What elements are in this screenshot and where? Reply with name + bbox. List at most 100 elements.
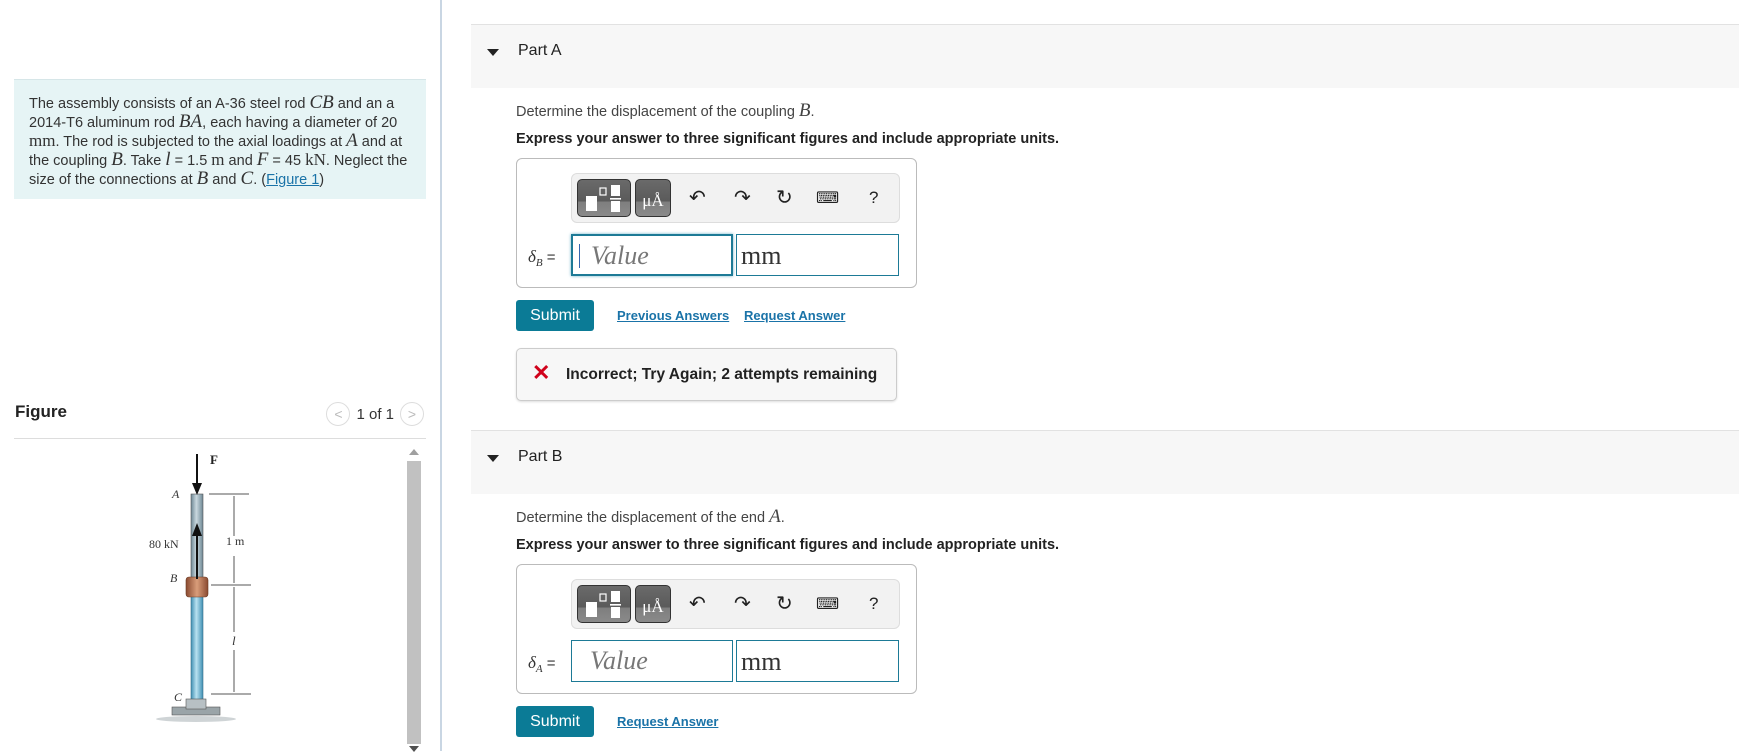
math-unit: mm — [29, 131, 56, 150]
base-support — [156, 698, 236, 722]
part-a-submit-button[interactable]: Submit — [516, 300, 594, 331]
delta-b-label: δB = — [528, 247, 556, 269]
delta-a-value-input[interactable]: Value — [571, 640, 733, 682]
problem-text: ) — [319, 172, 325, 188]
chevron-left-icon[interactable]: < — [326, 402, 351, 426]
math-variable: B — [111, 149, 123, 170]
delta-a-label: δA = — [528, 653, 556, 675]
coupling-b — [185, 576, 209, 598]
part-a-instruction: Express your answer to three significant… — [516, 131, 1060, 147]
error-x-icon: ✕ — [532, 360, 551, 385]
delta-b-unit-input[interactable]: mm — [736, 234, 899, 276]
keyboard-icon[interactable]: ⌨ — [816, 188, 839, 208]
value-placeholder: Value — [591, 241, 649, 270]
math-toolbar: μÅ ↶ ↷ ↻ ⌨ ? — [571, 173, 900, 223]
force-f-arrow — [192, 454, 202, 495]
question-text: Determine the displacement of the end — [516, 510, 770, 526]
redo-icon[interactable]: ↷ — [734, 185, 751, 210]
problem-text: , each having a diameter of 20 — [202, 115, 398, 131]
part-b-request-answer-link[interactable]: Request Answer — [617, 714, 718, 729]
math-variable: C — [240, 168, 254, 189]
part-a-header[interactable]: Part A — [471, 24, 1739, 88]
problem-statement: The assembly consists of an A-36 steel r… — [14, 79, 426, 199]
problem-text: . Take — [122, 153, 166, 169]
label-b: B — [170, 571, 178, 585]
part-a-request-answer-link[interactable]: Request Answer — [744, 308, 845, 323]
feedback-incorrect: ✕ Incorrect; Try Again; 2 attempts remai… — [516, 348, 897, 401]
question-end: . — [780, 510, 785, 526]
problem-text: The assembly consists of an A-36 steel r… — [29, 96, 310, 112]
figure-pager: < 1 of 1 > — [326, 402, 424, 426]
part-b-label: Part B — [518, 448, 563, 465]
templates-icon[interactable] — [577, 179, 631, 217]
units-icon[interactable]: μÅ — [635, 179, 671, 217]
part-b-answer-box: μÅ ↶ ↷ ↻ ⌨ ? δA = Value mm — [516, 564, 917, 694]
help-icon[interactable]: ? — [869, 188, 878, 208]
rod-cb — [190, 588, 204, 710]
value-placeholder: Value — [590, 646, 648, 675]
part-b-header[interactable]: Part B — [471, 430, 1739, 494]
delta-b-value-input[interactable]: Value — [571, 234, 733, 276]
reset-icon[interactable]: ↻ — [776, 591, 793, 616]
undo-icon[interactable]: ↶ — [689, 591, 706, 616]
figure-title: Figure — [15, 402, 67, 421]
pager-label: 1 of 1 — [356, 405, 394, 423]
problem-text: = 45 — [268, 153, 306, 169]
question-text: Determine the displacement of the coupli… — [516, 104, 799, 120]
redo-icon[interactable]: ↷ — [734, 591, 751, 616]
figure-scrollbar[interactable] — [406, 445, 422, 752]
feedback-text: Incorrect; Try Again; 2 attempts remaini… — [566, 366, 878, 383]
math-variable: BA — [178, 111, 203, 132]
part-b-instruction: Express your answer to three significant… — [516, 537, 1060, 553]
part-a-label: Part A — [518, 42, 562, 59]
panel-divider[interactable] — [440, 0, 442, 751]
math-unit: kN — [305, 150, 326, 169]
keyboard-icon[interactable]: ⌨ — [816, 594, 839, 614]
left-panel: The assembly consists of an A-36 steel r… — [0, 0, 440, 752]
unit-value: mm — [741, 647, 782, 676]
math-variable: B — [196, 168, 209, 189]
part-b-question: Determine the displacement of the end A. — [516, 506, 785, 528]
math-toolbar: μÅ ↶ ↷ ↻ ⌨ ? — [571, 579, 900, 629]
figure-header: Figure < 1 of 1 > — [14, 400, 426, 436]
units-icon[interactable]: μÅ — [635, 585, 671, 623]
problem-text: = 1.5 — [170, 153, 212, 169]
undo-icon[interactable]: ↶ — [689, 185, 706, 210]
problem-text: and — [208, 172, 241, 188]
part-a-answer-box: μÅ ↶ ↷ ↻ ⌨ ? δB = Value mm — [516, 158, 917, 288]
label-c: C — [174, 690, 183, 704]
problem-text: . The rod is subjected to the axial load… — [55, 134, 347, 150]
problem-text: . ( — [253, 172, 267, 188]
scroll-down-icon[interactable] — [409, 746, 419, 752]
unit-value: mm — [741, 241, 782, 270]
problem-text: and — [224, 153, 257, 169]
figure-diagram: F A 80 kN 1 m B l C — [149, 452, 251, 722]
label-1m: 1 m — [226, 534, 245, 548]
math-variable: F — [256, 149, 269, 170]
question-variable: B — [798, 100, 811, 121]
label-l: l — [232, 633, 236, 648]
parts-panel: Part A Determine the displacement of the… — [471, 0, 1739, 751]
caret-down-icon[interactable] — [487, 455, 499, 462]
math-unit: m — [211, 150, 225, 169]
math-variable: CB — [309, 92, 334, 113]
part-b-submit-button[interactable]: Submit — [516, 706, 594, 737]
help-icon[interactable]: ? — [869, 594, 878, 614]
figure-viewer: F A 80 kN 1 m B l C — [14, 438, 426, 752]
label-80kn: 80 kN — [149, 537, 179, 551]
math-variable: A — [346, 130, 358, 151]
scroll-up-icon[interactable] — [409, 449, 419, 455]
figure-link[interactable]: Figure 1 — [266, 172, 319, 188]
part-a-question: Determine the displacement of the coupli… — [516, 100, 815, 122]
question-end: . — [810, 104, 815, 120]
label-a: A — [171, 487, 180, 501]
reset-icon[interactable]: ↻ — [776, 185, 793, 210]
caret-down-icon[interactable] — [487, 49, 499, 56]
previous-answers-link[interactable]: Previous Answers — [617, 308, 729, 323]
question-variable: A — [769, 506, 781, 527]
scroll-thumb[interactable] — [407, 461, 421, 744]
templates-icon[interactable] — [577, 585, 631, 623]
chevron-right-icon[interactable]: > — [400, 402, 424, 426]
label-f: F — [210, 452, 218, 467]
delta-a-unit-input[interactable]: mm — [736, 640, 899, 682]
